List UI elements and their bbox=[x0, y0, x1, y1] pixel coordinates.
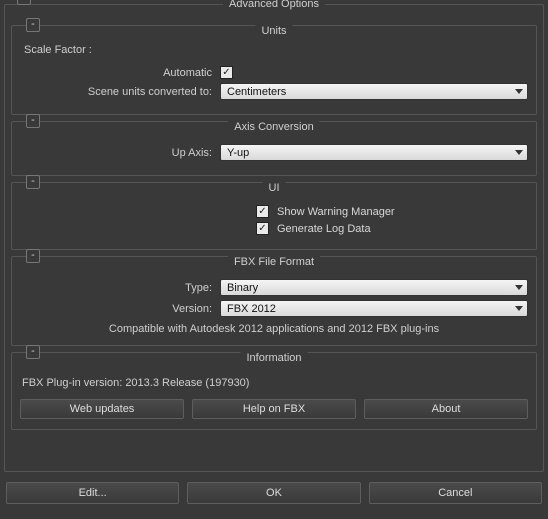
collapse-toggle-units[interactable]: - bbox=[26, 18, 40, 32]
group-title: Advanced Options bbox=[223, 0, 325, 10]
type-select[interactable]: Binary bbox=[220, 279, 528, 296]
generate-log-checkbox[interactable] bbox=[256, 222, 269, 235]
scale-factor-label: Scale Factor : bbox=[24, 44, 528, 56]
chevron-down-icon bbox=[515, 150, 523, 155]
scene-units-label: Scene units converted to: bbox=[20, 86, 220, 98]
fbx-file-format-group: - FBX File Format Type: Binary Version: … bbox=[11, 256, 537, 346]
select-value: Binary bbox=[227, 282, 258, 294]
ok-button[interactable]: OK bbox=[187, 482, 360, 504]
up-axis-label: Up Axis: bbox=[20, 147, 220, 159]
version-label: Version: bbox=[20, 303, 220, 315]
show-warning-checkbox[interactable] bbox=[256, 205, 269, 218]
scene-units-select[interactable]: Centimeters bbox=[220, 83, 528, 100]
information-group: - Information FBX Plug-in version: 2013.… bbox=[11, 352, 537, 430]
show-warning-label: Show Warning Manager bbox=[277, 206, 395, 218]
collapse-toggle-ui[interactable]: - bbox=[26, 175, 40, 189]
group-title: FBX File Format bbox=[228, 256, 320, 268]
help-on-fbx-button[interactable]: Help on FBX bbox=[192, 399, 356, 419]
automatic-label: Automatic bbox=[20, 67, 220, 79]
version-select[interactable]: FBX 2012 bbox=[220, 300, 528, 317]
collapse-toggle-advanced[interactable]: - bbox=[17, 0, 31, 5]
chevron-down-icon bbox=[515, 89, 523, 94]
collapse-toggle-fbx[interactable]: - bbox=[26, 249, 40, 263]
compatibility-note: Compatible with Autodesk 2012 applicatio… bbox=[20, 323, 528, 335]
group-title: UI bbox=[263, 182, 286, 194]
plugin-version-text: FBX Plug-in version: 2013.3 Release (197… bbox=[22, 377, 528, 389]
collapse-toggle-info[interactable]: - bbox=[26, 345, 40, 359]
automatic-checkbox[interactable] bbox=[220, 66, 233, 79]
generate-log-label: Generate Log Data bbox=[277, 223, 371, 235]
type-label: Type: bbox=[20, 282, 220, 294]
chevron-down-icon bbox=[515, 285, 523, 290]
axis-conversion-group: - Axis Conversion Up Axis: Y-up bbox=[11, 121, 537, 176]
cancel-button[interactable]: Cancel bbox=[369, 482, 542, 504]
edit-button[interactable]: Edit... bbox=[6, 482, 179, 504]
collapse-toggle-axis[interactable]: - bbox=[26, 114, 40, 128]
units-group: - Units Scale Factor : Automatic Scene u… bbox=[11, 25, 537, 115]
up-axis-select[interactable]: Y-up bbox=[220, 144, 528, 161]
ui-group: - UI Show Warning Manager Generate Log D… bbox=[11, 182, 537, 250]
group-title: Axis Conversion bbox=[228, 121, 319, 133]
select-value: FBX 2012 bbox=[227, 303, 276, 315]
select-value: Centimeters bbox=[227, 86, 286, 98]
advanced-options-group: - Advanced Options - Units Scale Factor … bbox=[4, 4, 544, 472]
group-title: Information bbox=[240, 352, 307, 364]
chevron-down-icon bbox=[515, 306, 523, 311]
about-button[interactable]: About bbox=[364, 399, 528, 419]
dialog-footer: Edit... OK Cancel bbox=[4, 482, 544, 504]
group-title: Units bbox=[255, 25, 292, 37]
web-updates-button[interactable]: Web updates bbox=[20, 399, 184, 419]
select-value: Y-up bbox=[227, 147, 249, 159]
